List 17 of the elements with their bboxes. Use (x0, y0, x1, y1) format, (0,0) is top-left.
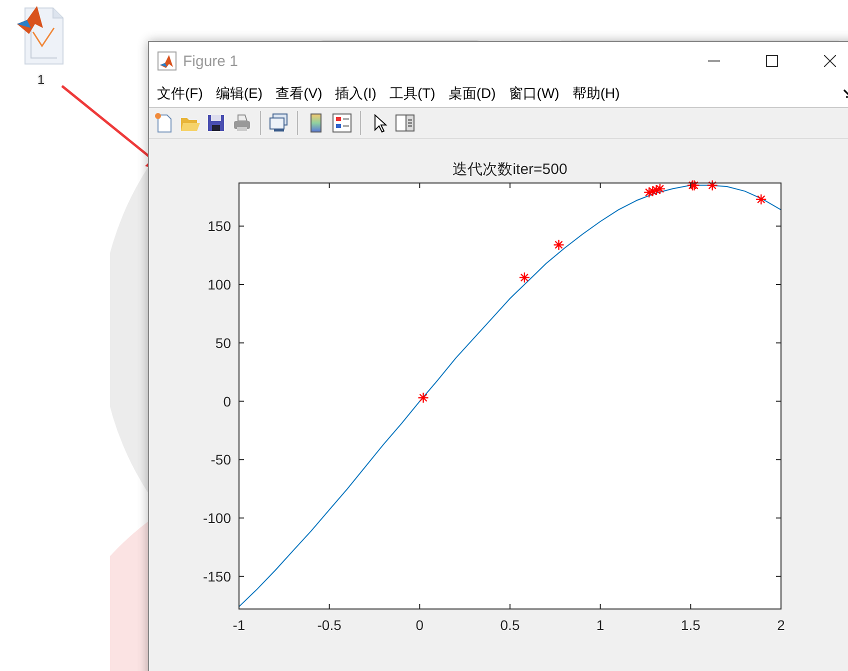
x-tick-label: 2 (777, 617, 785, 633)
x-tick-label: 1.5 (680, 617, 700, 633)
y-tick-label: -150 (202, 568, 231, 584)
file-name: 1 (37, 72, 45, 87)
y-tick-label: -100 (202, 510, 231, 526)
y-tick-label: 50 (215, 334, 231, 351)
y-tick-label: 150 (208, 218, 231, 234)
x-tick-label: -1 (232, 617, 246, 633)
window-title: Figure 1 (183, 52, 240, 70)
chart-title: 迭代次数iter=500 (452, 161, 568, 178)
x-tick-label: -0.5 (317, 617, 342, 633)
y-tick-label: -50 (210, 452, 231, 468)
x-tick-label: 1 (596, 617, 604, 633)
y-tick-label: 100 (208, 276, 231, 293)
x-tick-label: 0 (416, 617, 424, 633)
y-tick-label: 0 (223, 393, 231, 410)
x-tick-label: 0.5 (500, 617, 520, 633)
